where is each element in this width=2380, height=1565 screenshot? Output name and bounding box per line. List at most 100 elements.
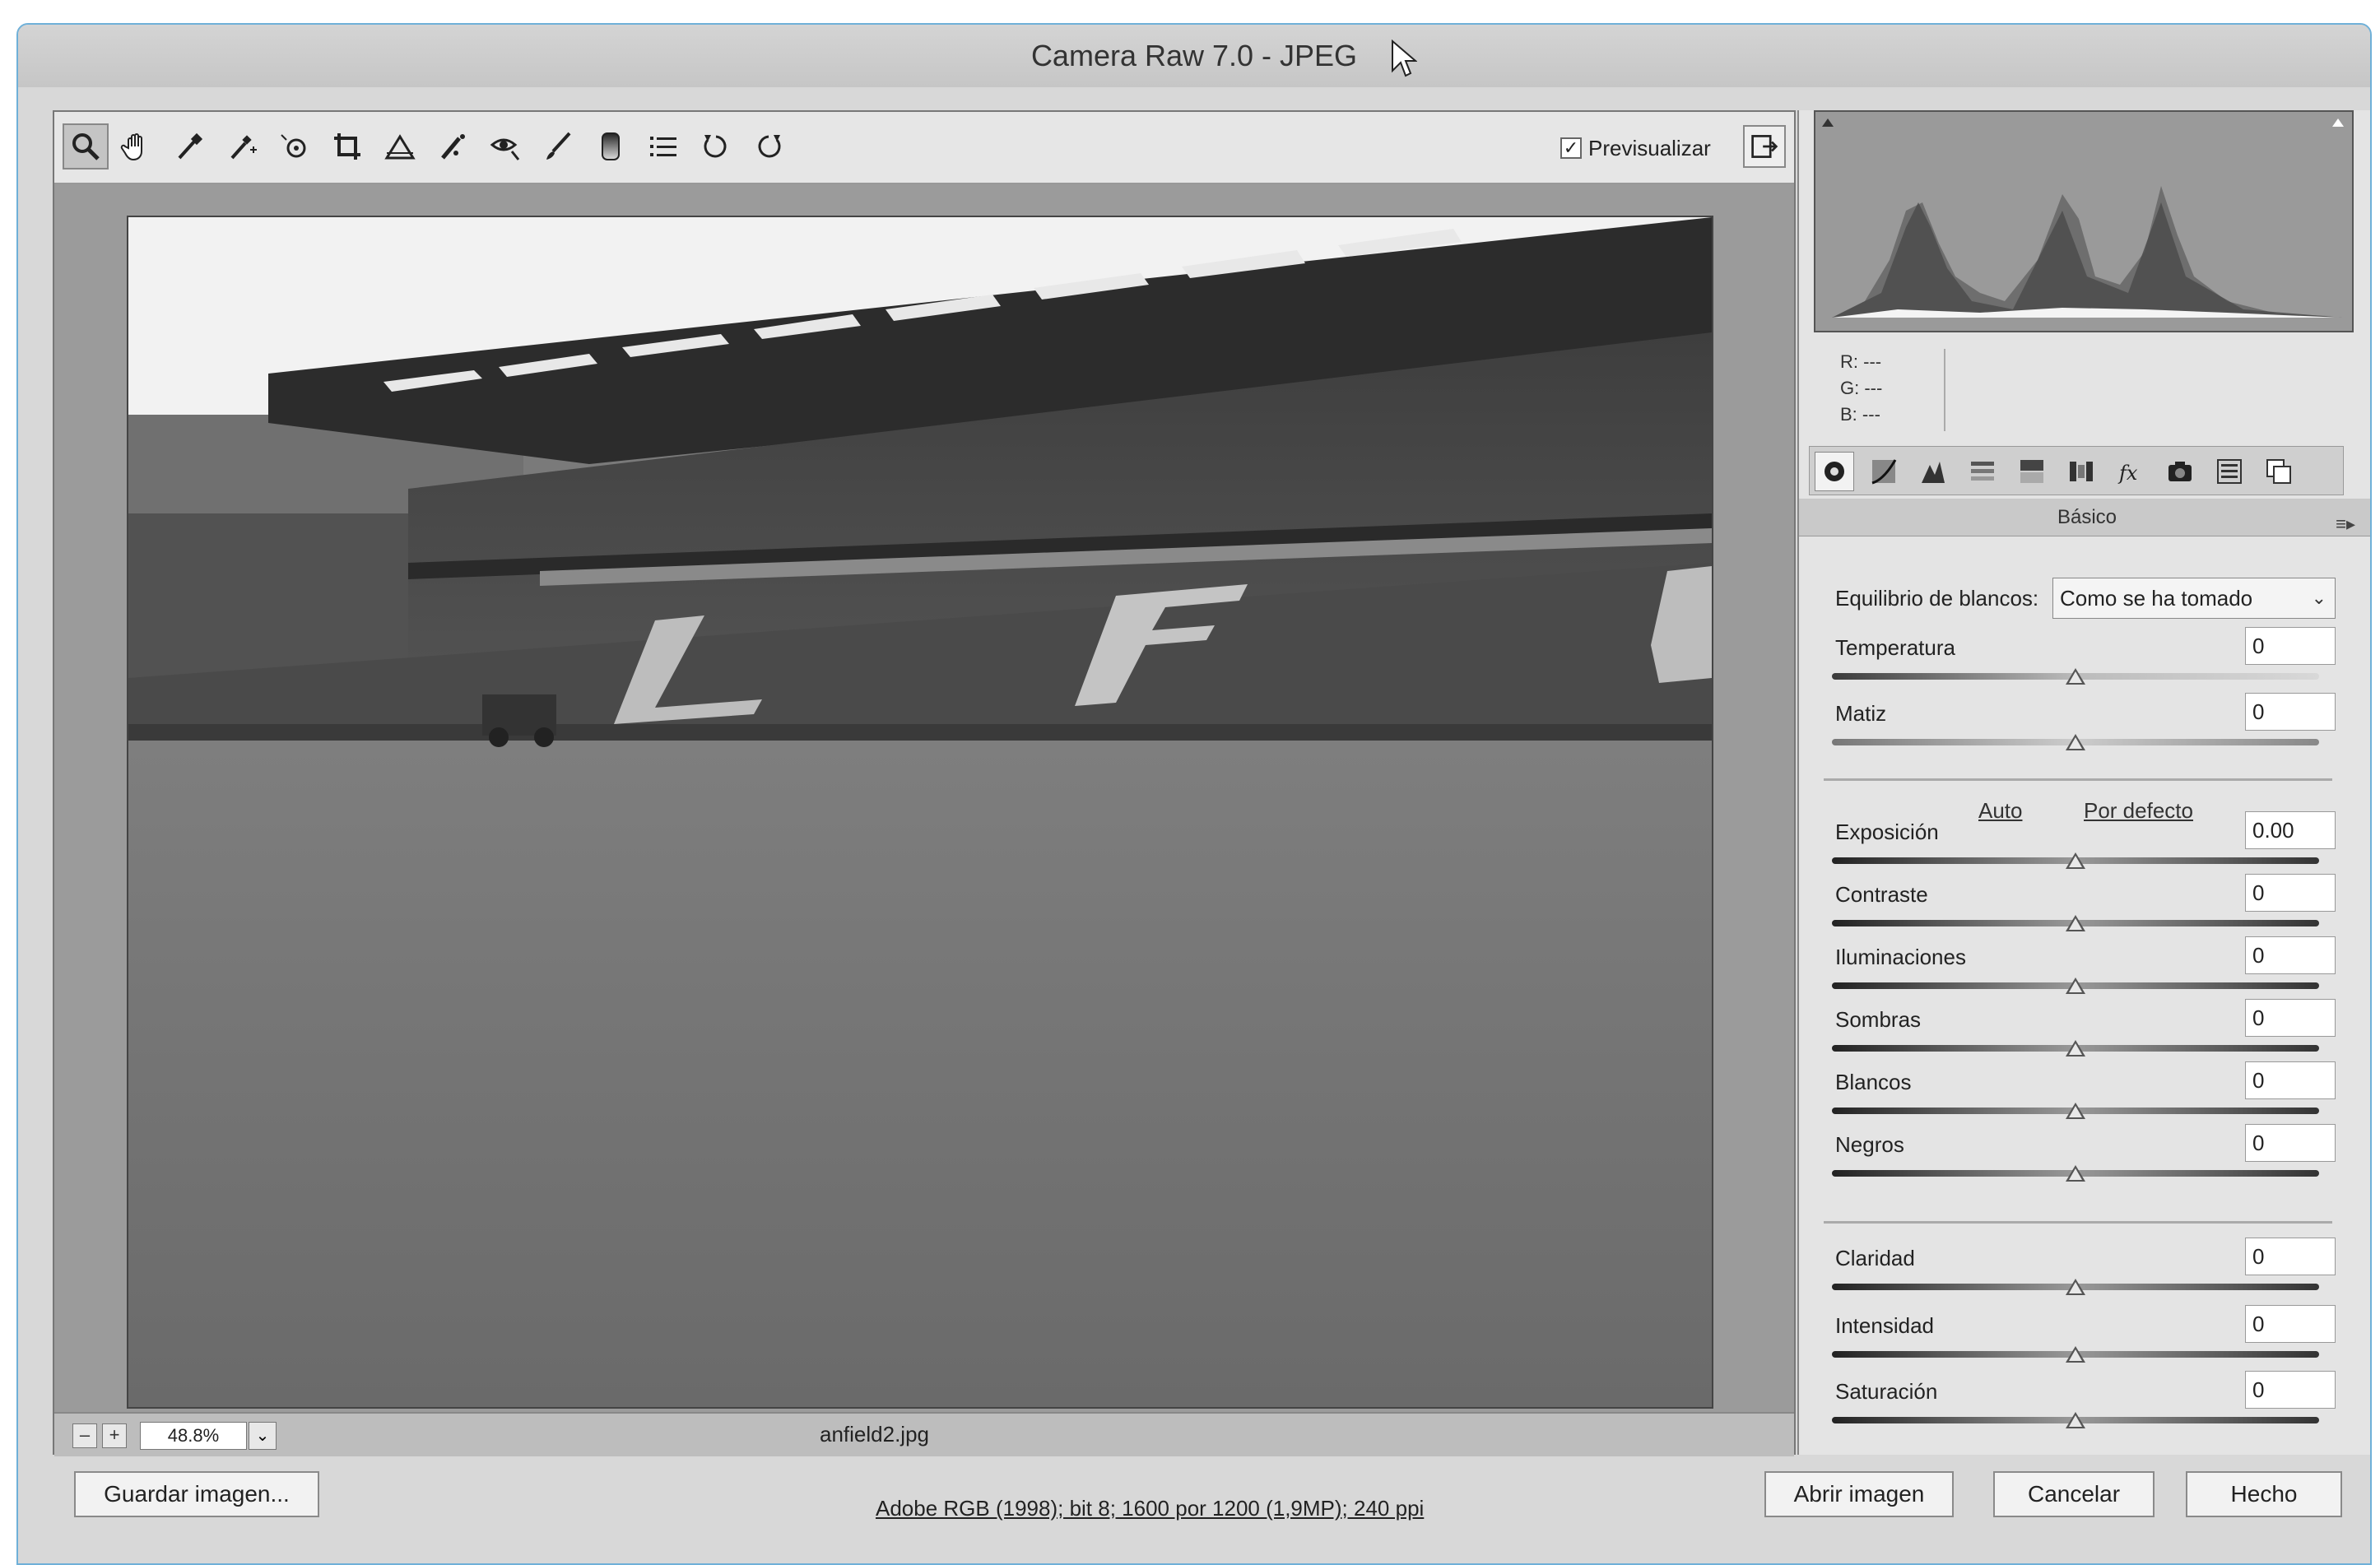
- tab-split-toning[interactable]: [2012, 452, 2052, 491]
- tab-hsl[interactable]: [1963, 452, 2002, 491]
- mouse-cursor-icon: [1392, 39, 1417, 77]
- list-icon: [650, 137, 676, 156]
- rotate-left-tool-button[interactable]: [693, 123, 739, 170]
- rgb-divider: [1944, 349, 1945, 431]
- svg-text:fx: fx: [2117, 462, 2138, 485]
- zoom-out-button[interactable]: –: [72, 1423, 97, 1448]
- rotate-right-tool-button[interactable]: [746, 123, 792, 170]
- slider-label-intensidad: Intensidad: [1835, 1313, 1934, 1338]
- cancel-button[interactable]: Cancelar: [1993, 1471, 2155, 1517]
- saturacion-value-field[interactable]: 0: [2245, 1371, 2336, 1409]
- straighten-icon: [384, 134, 416, 160]
- intensidad-slider-thumb[interactable]: [2066, 1346, 2085, 1363]
- matiz-value-field[interactable]: 0: [2245, 693, 2336, 731]
- slider-label-contraste: Contraste: [1835, 882, 1928, 907]
- negros-slider-thumb[interactable]: [2066, 1165, 2085, 1182]
- preview-pane: ✓ Previsualizar – + 48.8% ⌄ anfield2.jpg: [53, 110, 1796, 1456]
- preferences-tool-button[interactable]: [640, 123, 686, 170]
- white-balance-tool-button[interactable]: [166, 123, 212, 170]
- tab-presets[interactable]: [2210, 452, 2249, 491]
- preview-checkbox[interactable]: ✓: [1560, 137, 1582, 159]
- b-label: B:: [1840, 404, 1857, 425]
- tab-camera-calibration[interactable]: [2160, 452, 2200, 491]
- auto-link[interactable]: Auto: [1978, 798, 2023, 824]
- sombras-value-field[interactable]: 0: [2245, 999, 2336, 1037]
- crop-icon: [334, 133, 360, 160]
- b-value: ---: [1862, 404, 1880, 425]
- blancos-slider-thumb[interactable]: [2066, 1103, 2085, 1119]
- fullscreen-icon: [1751, 135, 1778, 158]
- white-balance-value: Como se ha tomado: [2060, 586, 2253, 611]
- spot-removal-icon: [441, 134, 465, 160]
- preview-toggle[interactable]: ✓ Previsualizar: [1560, 130, 1711, 166]
- claridad-value-field[interactable]: 0: [2245, 1238, 2336, 1275]
- section-title: Básico: [2057, 506, 2117, 528]
- red-eye-icon: [490, 138, 520, 160]
- workflow-options-link[interactable]: Adobe RGB (1998); bit 8; 1600 por 1200 (…: [876, 1496, 1424, 1521]
- iluminaciones-slider-thumb[interactable]: [2066, 978, 2085, 994]
- sombras-slider-thumb[interactable]: [2066, 1040, 2085, 1056]
- hand-tool-button[interactable]: [114, 123, 160, 170]
- rotate-cw-icon: [758, 135, 781, 158]
- g-value: ---: [1864, 378, 1883, 398]
- adjustment-brush-tool-button[interactable]: [535, 123, 581, 170]
- slider-label-temperatura: Temperatura: [1835, 635, 1955, 660]
- zoom-dropdown-button[interactable]: ⌄: [249, 1422, 277, 1450]
- g-label: G:: [1840, 378, 1860, 398]
- contraste-value-field[interactable]: 0: [2245, 874, 2336, 912]
- color-sampler-icon: [230, 135, 257, 160]
- claridad-slider-thumb[interactable]: [2066, 1279, 2085, 1295]
- slider-label-claridad: Claridad: [1835, 1246, 1915, 1270]
- default-link[interactable]: Por defecto: [2084, 798, 2193, 824]
- tab-effects[interactable]: fx: [2111, 452, 2150, 491]
- matiz-slider-thumb[interactable]: [2066, 734, 2085, 750]
- temperatura-slider-thumb[interactable]: [2066, 668, 2085, 685]
- straighten-tool-button[interactable]: [377, 123, 423, 170]
- status-bar: – + 48.8% ⌄ anfield2.jpg: [54, 1412, 1794, 1456]
- tab-lens-corrections[interactable]: [2062, 452, 2101, 491]
- target-adjust-icon: [281, 134, 306, 158]
- brush-icon: [546, 132, 571, 160]
- red-eye-tool-button[interactable]: [482, 123, 528, 170]
- graduated-filter-tool-button[interactable]: [588, 123, 634, 170]
- temperatura-value-field[interactable]: 0: [2245, 627, 2336, 665]
- exposicion-slider-thumb[interactable]: [2066, 852, 2085, 869]
- section-header-basic: Básico ≡▸: [1799, 499, 2370, 536]
- image-preview[interactable]: [127, 216, 1713, 1409]
- slider-label-exposicion: Exposición: [1835, 820, 1939, 844]
- tab-tone-curve[interactable]: [1864, 452, 1904, 491]
- color-sampler-tool-button[interactable]: [219, 123, 265, 170]
- targeted-adjustment-tool-button[interactable]: [272, 123, 318, 170]
- intensidad-value-field[interactable]: 0: [2245, 1305, 2336, 1343]
- spot-removal-tool-button[interactable]: [430, 123, 476, 170]
- tab-basic[interactable]: [1815, 452, 1854, 491]
- r-value: ---: [1863, 351, 1882, 372]
- crop-tool-button[interactable]: [324, 123, 370, 170]
- fullscreen-button[interactable]: [1743, 125, 1786, 168]
- saturacion-slider-thumb[interactable]: [2066, 1412, 2085, 1428]
- done-button[interactable]: Hecho: [2186, 1471, 2342, 1517]
- open-image-button[interactable]: Abrir imagen: [1764, 1471, 1954, 1517]
- tab-detail[interactable]: [1913, 452, 1953, 491]
- white-balance-select[interactable]: Como se ha tomado ⌄: [2052, 578, 2336, 619]
- negros-value-field[interactable]: 0: [2245, 1124, 2336, 1162]
- save-image-button[interactable]: Guardar imagen...: [74, 1471, 319, 1517]
- preview-label: Previsualizar: [1588, 135, 1711, 160]
- camera-calibration-icon: [2168, 462, 2192, 481]
- zoom-in-button[interactable]: +: [102, 1423, 127, 1448]
- blancos-value-field[interactable]: 0: [2245, 1061, 2336, 1099]
- slider-label-sombras: Sombras: [1835, 1007, 1922, 1032]
- zoom-level-field[interactable]: 48.8%: [140, 1422, 247, 1450]
- graduated-filter-icon: [602, 132, 620, 160]
- exposicion-value-field[interactable]: 0.00: [2245, 811, 2336, 849]
- tone-curve-icon: [1871, 459, 1897, 485]
- tab-snapshots[interactable]: [2259, 452, 2299, 491]
- white-balance-label: Equilibrio de blancos:: [1835, 586, 2039, 611]
- lens-corrections-icon: [2070, 462, 2093, 481]
- contraste-slider-thumb[interactable]: [2066, 915, 2085, 931]
- zoom-tool-button[interactable]: [63, 123, 109, 170]
- hsl-icon: [1971, 462, 1994, 481]
- panel-menu-icon[interactable]: ≡▸: [2336, 505, 2355, 543]
- iluminaciones-value-field[interactable]: 0: [2245, 936, 2336, 974]
- camera-raw-window: Camera Raw 7.0 - JPEG ✓ Previsualizar – …: [16, 23, 2372, 1565]
